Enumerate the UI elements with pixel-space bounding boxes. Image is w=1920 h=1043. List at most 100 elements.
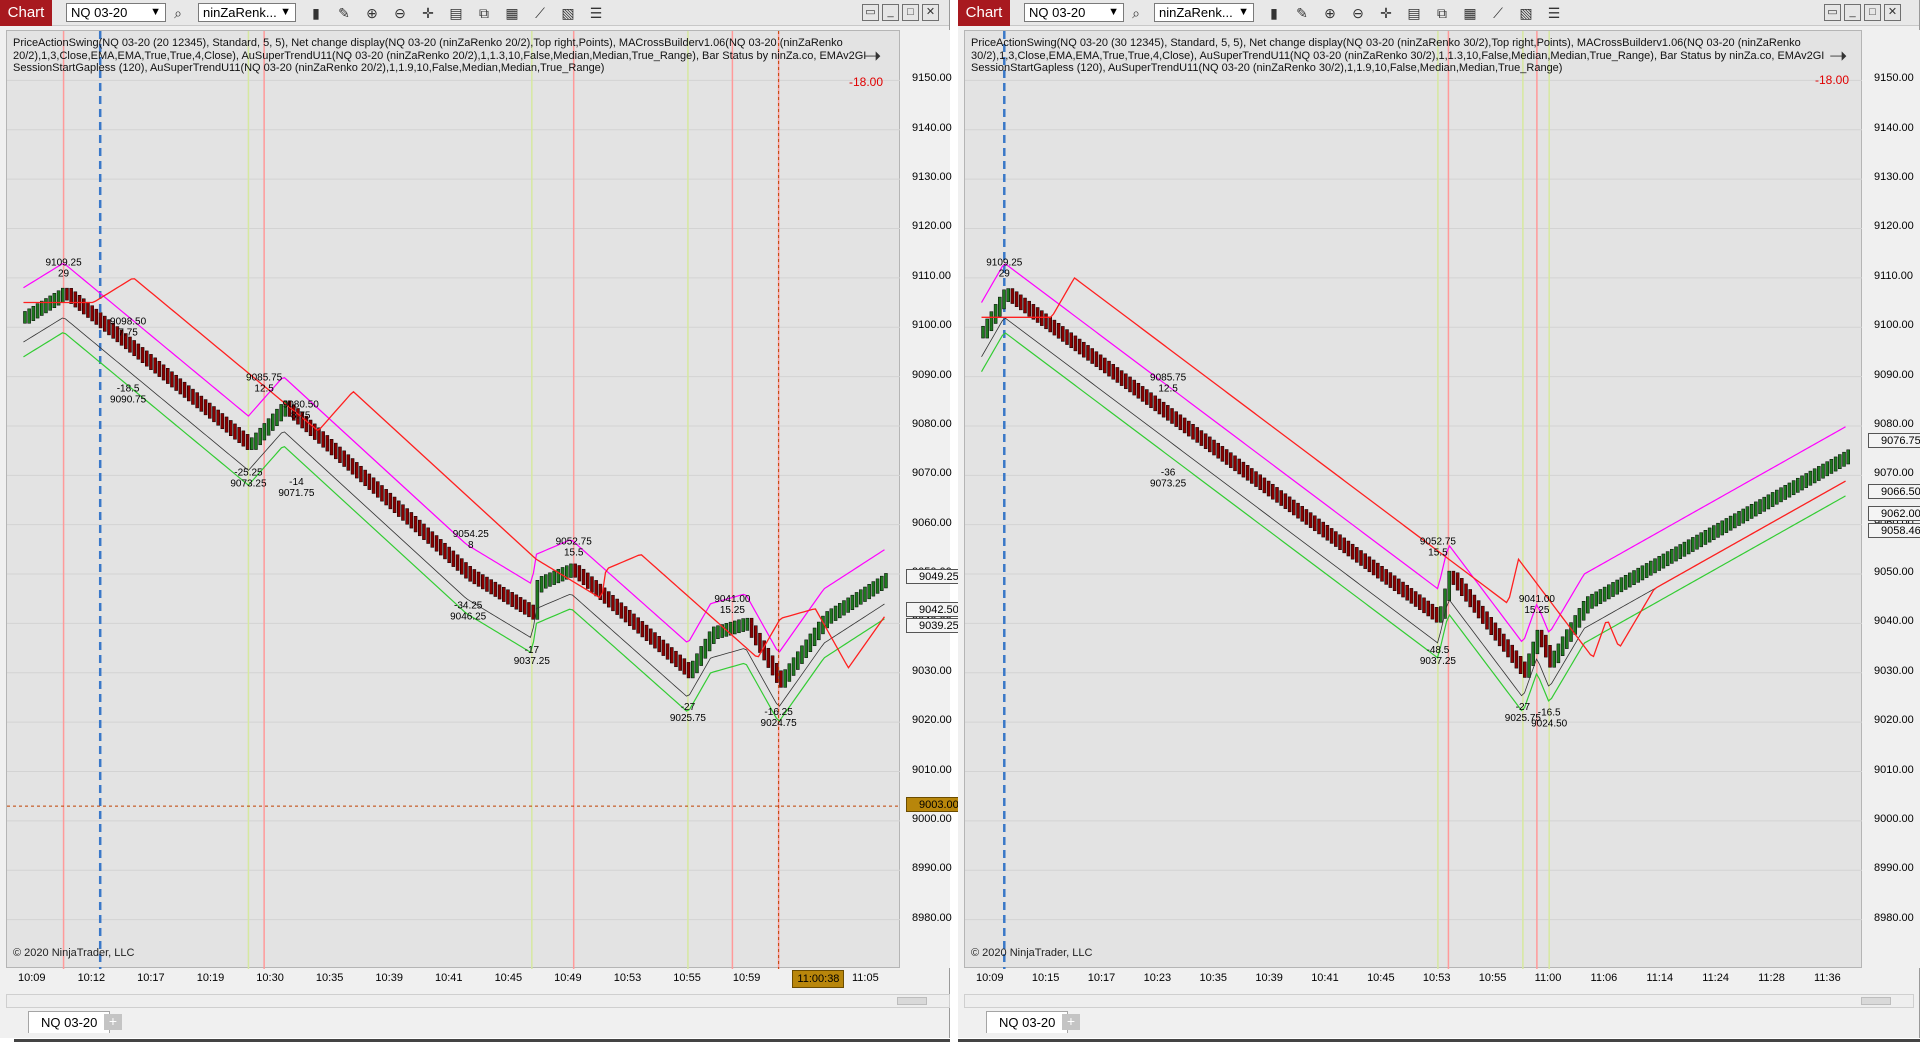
up-bar	[1531, 641, 1535, 666]
up-bar	[1800, 475, 1804, 491]
up-bar	[812, 627, 817, 647]
down-bar	[1014, 291, 1019, 307]
down-bar	[1502, 633, 1506, 652]
properties-icon[interactable]: ▤	[446, 3, 466, 23]
tile-icon[interactable]: ▭	[1824, 4, 1841, 21]
maximize-icon[interactable]: □	[1864, 4, 1881, 21]
horizontal-scrollbar[interactable]	[6, 994, 950, 1008]
down-bar	[1346, 540, 1351, 557]
zoom-out-icon[interactable]: ⊖	[1348, 3, 1368, 23]
time-axis-right[interactable]: 10:09 10:15 10:17 10:23 10:35 10:39 10:41 10:45…	[964, 968, 1862, 992]
up-bar	[691, 660, 695, 679]
tab-instrument[interactable]: NQ 03-20	[28, 1011, 111, 1033]
templates-icon[interactable]: ▧	[558, 3, 578, 23]
tile-icon[interactable]: ▭	[862, 4, 879, 21]
chart-style-icon[interactable]: ▮	[1264, 3, 1284, 23]
chart-canvas-right[interactable]: 9109.25299085.7512.5-369073.259052.7515.…	[965, 31, 1863, 969]
down-bar	[208, 402, 212, 419]
minimize-icon[interactable]: _	[1844, 4, 1861, 21]
swing-label-count: 29	[999, 269, 1011, 280]
menu-icon[interactable]: ☰	[586, 3, 606, 23]
crosshair-icon[interactable]: ✛	[418, 3, 438, 23]
strategies-icon[interactable]: ⟋	[1488, 3, 1508, 23]
down-bar	[770, 655, 775, 676]
search-icon[interactable]: ⌕	[168, 3, 188, 23]
price-chart-right[interactable]: 9109.25 29 9085.75 12.5 -36 9073.25 9052.75 15.…	[964, 30, 1863, 969]
up-bar	[23, 311, 27, 324]
down-bar	[754, 625, 758, 646]
up-bar	[1787, 482, 1792, 498]
price-tick-label: 9140.00	[912, 121, 952, 134]
maximize-icon[interactable]: □	[902, 4, 919, 21]
search-icon[interactable]: ⌕	[1126, 3, 1146, 23]
indicators-icon[interactable]: ▦	[502, 3, 522, 23]
down-bar	[1430, 603, 1435, 620]
price-axis-left[interactable]: 9150.00 9140.00 9130.00 9120.00 9110.00 9100.…	[900, 30, 964, 968]
down-bar	[376, 481, 380, 498]
up-bar	[825, 611, 829, 629]
add-tab-icon[interactable]: +	[104, 1014, 122, 1030]
scrollbar-thumb[interactable]	[1861, 997, 1891, 1005]
add-tab-icon[interactable]: +	[1062, 1014, 1080, 1030]
bar-type-selector[interactable]: ninZaRenk... ▼	[198, 3, 296, 22]
down-bar	[1308, 512, 1313, 528]
instrument-selector[interactable]: NQ 03-20 ▼	[1024, 3, 1124, 22]
up-bar	[1728, 515, 1733, 531]
down-bar	[191, 388, 195, 405]
down-bar	[775, 662, 779, 683]
down-bar	[1384, 569, 1388, 585]
menu-icon[interactable]: ☰	[1544, 3, 1564, 23]
price-tick-label: 9040.00	[1874, 615, 1914, 628]
close-icon[interactable]: ✕	[922, 4, 939, 21]
instrument-value: NQ 03-20	[1029, 5, 1086, 20]
arrow-right-icon[interactable]: ➝	[1829, 43, 1847, 69]
down-bar	[1199, 430, 1204, 446]
draw-tool-icon[interactable]: ✎	[1292, 3, 1312, 23]
up-bar	[829, 608, 834, 624]
down-bar	[443, 542, 447, 560]
up-bar	[783, 669, 787, 688]
window-linking-icon[interactable]: ⧉	[474, 3, 494, 23]
instrument-selector[interactable]: NQ 03-20 ▼	[66, 3, 166, 22]
up-bar	[275, 408, 279, 427]
down-bar	[766, 647, 771, 668]
bar-type-selector[interactable]: ninZaRenk... ▼	[1154, 3, 1254, 22]
chart-title-tab[interactable]: Chart	[958, 0, 1010, 26]
properties-icon[interactable]: ▤	[1404, 3, 1424, 23]
strategies-icon[interactable]: ⟋	[530, 3, 550, 23]
zoom-in-icon[interactable]: ⊕	[362, 3, 382, 23]
swing-label-price: -18.5	[117, 383, 140, 394]
time-axis-left[interactable]: 10:09 10:12 10:17 10:19 10:30 10:35 10:39 10:41…	[6, 968, 900, 992]
tab-instrument[interactable]: NQ 03-20	[986, 1011, 1069, 1033]
chart-canvas-left[interactable]: 9109.25299098.507.75-18.59090.759085.751…	[7, 31, 901, 969]
up-bar	[40, 300, 44, 316]
price-tick-label: 9150.00	[912, 72, 952, 85]
arrow-right-icon[interactable]: ➝	[863, 43, 881, 69]
down-bar	[460, 558, 464, 575]
up-bar	[695, 653, 699, 674]
scrollbar-thumb[interactable]	[897, 997, 927, 1005]
zoom-in-icon[interactable]: ⊕	[1320, 3, 1340, 23]
window-linking-icon[interactable]: ⧉	[1432, 3, 1452, 23]
up-bar	[1594, 591, 1598, 607]
price-chart-left[interactable]: 9109.25 29 9098.50 7.75 -18.5 9090.75 9085.75 1…	[6, 30, 949, 969]
templates-icon[interactable]: ▧	[1516, 3, 1536, 23]
price-tick-label: 9010.00	[912, 763, 952, 776]
down-bar	[779, 670, 783, 688]
up-bar	[1615, 579, 1619, 595]
chart-style-icon[interactable]: ▮	[306, 3, 326, 23]
price-axis-right[interactable]: 9150.00 9140.00 9130.00 9120.00 9110.00 9100.…	[1862, 30, 1920, 968]
indicators-icon[interactable]: ▦	[1460, 3, 1480, 23]
crosshair-icon[interactable]: ✛	[1376, 3, 1396, 23]
draw-tool-icon[interactable]: ✎	[334, 3, 354, 23]
down-bar	[640, 621, 645, 638]
horizontal-scrollbar[interactable]	[964, 994, 1914, 1008]
minimize-icon[interactable]: _	[882, 4, 899, 21]
down-bar	[758, 632, 762, 653]
down-bar	[1287, 496, 1292, 513]
up-bar	[875, 578, 880, 594]
close-icon[interactable]: ✕	[1884, 4, 1901, 21]
down-bar	[1455, 572, 1460, 591]
zoom-out-icon[interactable]: ⊖	[390, 3, 410, 23]
chart-title-tab[interactable]: Chart	[0, 0, 52, 26]
